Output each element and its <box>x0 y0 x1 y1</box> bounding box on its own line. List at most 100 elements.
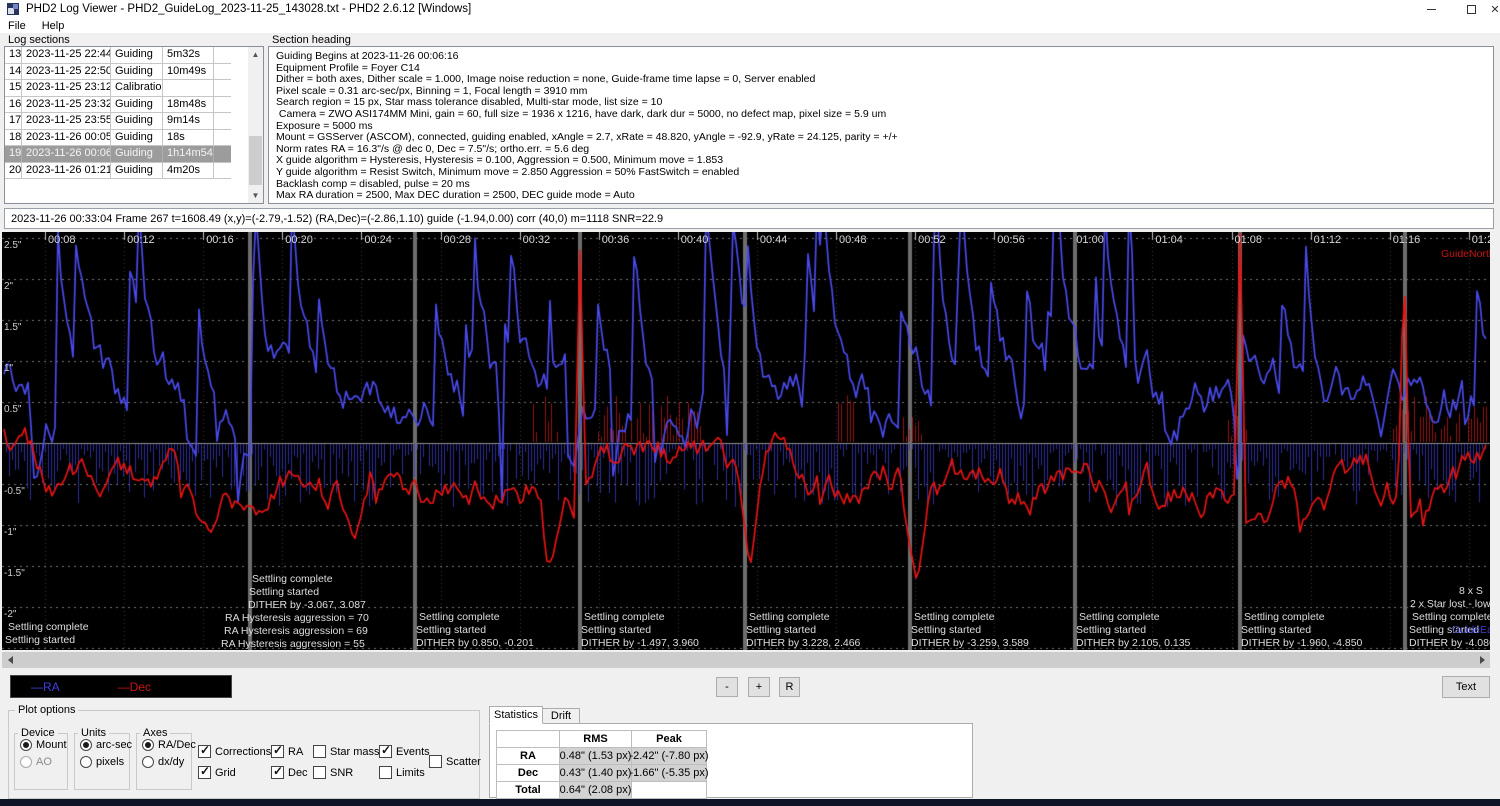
log-row[interactable]: 172023-11-25 23:55:04Guiding9m14s <box>5 113 231 130</box>
guide-graph-canvas[interactable] <box>2 232 1490 650</box>
radio-label: arc-sec <box>96 739 133 751</box>
graph-annotation: 2 x Star lost - low S <box>1410 598 1490 610</box>
zoom-in-button[interactable]: + <box>748 677 770 697</box>
log-sections-label: Log sections <box>8 34 70 46</box>
checkbox-icon <box>429 755 442 768</box>
x-tick-label: 01:08 <box>1234 234 1263 246</box>
log-cell: 18 <box>5 129 22 145</box>
title-bar: PHD2 Log Viewer - PHD2_GuideLog_2023-11-… <box>0 0 1500 18</box>
log-cell <box>163 80 214 96</box>
x-tick-label: 00:48 <box>839 234 867 246</box>
checkbox-grid[interactable]: Grid <box>198 764 236 779</box>
log-cell: 20 <box>5 162 22 178</box>
plot-axes-box: Axes RA/Dec dx/dy <box>136 727 196 790</box>
x-tick-label: 01:04 <box>1155 234 1183 246</box>
checkbox-corrections[interactable]: Corrections <box>198 743 271 758</box>
graph-annotation: Settling started <box>911 624 982 636</box>
x-tick-label: 00:32 <box>522 234 551 246</box>
log-cell: 13 <box>5 47 22 63</box>
x-tick-label: 00:24 <box>364 234 392 246</box>
tab-statistics[interactable]: Statistics <box>489 706 543 724</box>
radio-ao[interactable]: AO <box>20 756 67 768</box>
log-cell: Guiding <box>111 113 163 129</box>
checkbox-label: Star mass <box>330 745 380 758</box>
checkbox-icon <box>379 766 392 779</box>
section-heading-text: Guiding Begins at 2023-11-26 00:06:16 Equ… <box>268 46 1494 204</box>
radio-mount[interactable]: Mount <box>20 739 67 751</box>
checkbox-ra[interactable]: RA <box>271 743 303 758</box>
stats-cell: 0.64" (2.08 px) <box>559 782 632 798</box>
zoom-out-button[interactable]: - <box>716 677 738 697</box>
checkbox-icon <box>313 745 326 758</box>
log-row[interactable]: 182023-11-26 00:05:21Guiding18s <box>5 129 231 146</box>
graph-annotation: Settling complete <box>1244 611 1325 623</box>
x-tick-label: 00:28 <box>443 234 472 246</box>
log-row[interactable]: 192023-11-26 00:06:16Guiding1h14m54s <box>5 146 231 163</box>
log-row[interactable]: 132023-11-25 22:44:47Guiding5m32s <box>5 47 231 64</box>
x-tick-label: 00:56 <box>997 234 1025 246</box>
checkbox-scatter[interactable]: Scatter <box>429 755 481 768</box>
heading-line: Max RA duration = 2500, Max DEC duration… <box>276 189 635 202</box>
radio-arc-sec[interactable]: arc-sec <box>80 739 133 751</box>
menu-help[interactable]: Help <box>34 18 73 33</box>
radio-pixels[interactable]: pixels <box>80 756 129 768</box>
menu-file[interactable]: File <box>0 18 34 33</box>
checkbox-icon <box>271 764 284 779</box>
x-tick-label: 01:12 <box>1313 234 1342 246</box>
stats-cell: 0.43" (1.40 px) <box>559 765 632 781</box>
scroll-down-arrow[interactable]: ▼ <box>248 188 263 203</box>
restore-icon <box>1466 4 1476 14</box>
reset-button[interactable]: R <box>779 677 800 697</box>
radio-circle-icon <box>20 739 32 751</box>
text-button[interactable]: Text <box>1442 676 1490 698</box>
checkbox-label: Limits <box>396 766 425 779</box>
scroll-left-arrow[interactable] <box>2 652 18 668</box>
scroll-up-arrow[interactable]: ▲ <box>248 47 263 62</box>
close-button[interactable]: ✕ <box>1490 0 1500 18</box>
scroll-thumb[interactable] <box>249 136 262 185</box>
log-row[interactable]: 162023-11-25 23:32:13Guiding18m48s <box>5 96 231 113</box>
stats-header-cell <box>497 731 559 747</box>
scroll-right-arrow[interactable] <box>1474 652 1490 668</box>
log-cell: 1h14m54s <box>163 146 214 162</box>
checkbox-events[interactable]: Events <box>379 743 430 758</box>
radio-dx-dy[interactable]: dx/dy <box>142 756 191 768</box>
tab-drift[interactable]: Drift <box>542 708 580 724</box>
graph-annotation: Settling complete <box>749 611 830 623</box>
plot-options-label: Plot options <box>15 704 79 716</box>
log-cell: 2023-11-26 01:21:36 <box>22 162 111 178</box>
log-cell: 10m49s <box>163 63 214 79</box>
stats-cell: -1.66" (-5.35 px) <box>629 765 709 781</box>
axes-label: Axes <box>140 727 171 739</box>
plot-units-options: arc-sec pixels <box>75 739 133 768</box>
minimize-button[interactable] <box>1414 0 1448 18</box>
log-cell: 2023-11-25 23:32:13 <box>22 96 111 112</box>
graph-annotation: Settling started <box>581 624 652 636</box>
radio-ra-dec[interactable]: RA/Dec <box>142 739 196 751</box>
log-row[interactable]: 152023-11-25 23:12:37Calibration <box>5 80 231 97</box>
log-sections-listbox: 132023-11-25 22:44:47Guiding5m32s142023-… <box>4 46 264 204</box>
graph-h-scrollbar[interactable] <box>2 652 1490 668</box>
log-cell: 2023-11-26 00:05:21 <box>22 129 111 145</box>
log-cell: 2023-11-25 23:55:04 <box>22 113 111 129</box>
stats-header-cell: RMS <box>560 731 631 747</box>
checkbox-star-mass[interactable]: Star mass <box>313 745 380 758</box>
checkbox-dec[interactable]: Dec <box>271 764 308 779</box>
log-cell: Guiding <box>111 129 163 145</box>
graph-annotation: DITHER by 0.850, -0.201 <box>416 637 534 649</box>
graph-legend: —RA —Dec <box>10 675 232 698</box>
graph-annotation: DITHER by -1.497, 3.960 <box>581 637 699 649</box>
checkbox-snr[interactable]: SNR <box>313 766 353 779</box>
graph-annotation: Settling complete <box>1079 611 1160 623</box>
log-cell: 18s <box>163 129 214 145</box>
log-cell: 18m48s <box>163 96 214 112</box>
graph-annotation: Settling started <box>746 624 817 636</box>
graph-annotation: DITHER by -1.960, -4.850 <box>1241 637 1363 649</box>
y-tick-label: 2.5" <box>4 240 22 251</box>
y-tick-label: -2" <box>4 609 17 620</box>
maximize-button[interactable] <box>1454 0 1488 18</box>
log-row[interactable]: 202023-11-26 01:21:36Guiding4m20s <box>5 162 231 179</box>
x-tick-label: 00:36 <box>601 234 630 246</box>
checkbox-limits[interactable]: Limits <box>379 766 425 779</box>
log-row[interactable]: 142023-11-25 22:50:30Guiding10m49s <box>5 63 231 80</box>
